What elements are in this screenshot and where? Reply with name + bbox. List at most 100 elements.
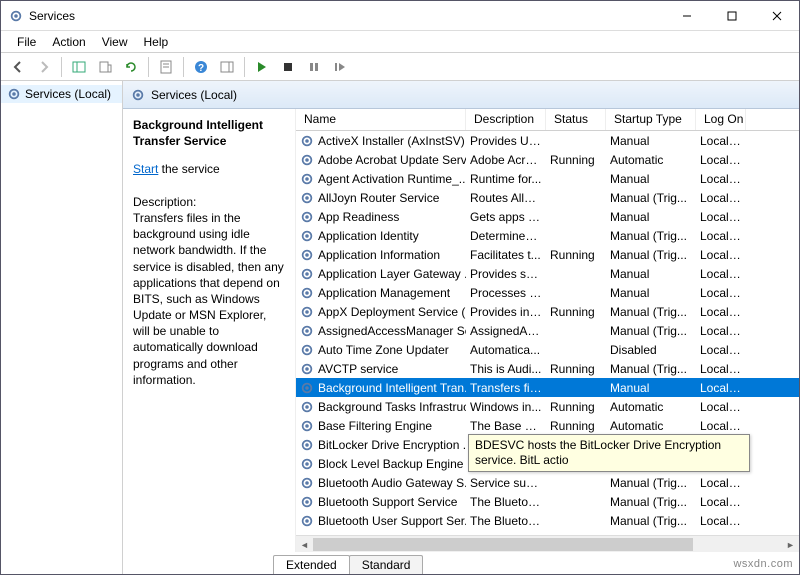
col-name[interactable]: Name <box>296 109 466 130</box>
export-button[interactable] <box>93 55 117 79</box>
cell-name: AppX Deployment Service (... <box>296 305 466 319</box>
service-icon <box>300 153 314 167</box>
cell-name: BitLocker Drive Encryption ... <box>296 438 466 452</box>
cell-description: Automatica... <box>466 343 546 357</box>
action-pane-button[interactable] <box>215 55 239 79</box>
service-row[interactable]: Bluetooth User Support Ser...The Bluetoo… <box>296 511 799 530</box>
cell-name: Agent Activation Runtime_... <box>296 172 466 186</box>
maximize-button[interactable] <box>709 1 754 31</box>
service-row[interactable]: Application Layer Gateway ...Provides su… <box>296 264 799 283</box>
close-button[interactable] <box>754 1 799 31</box>
cell-description: Provides su... <box>466 267 546 281</box>
cell-name: Application Layer Gateway ... <box>296 267 466 281</box>
scroll-left-arrow[interactable]: ◄ <box>296 536 313 553</box>
menu-file[interactable]: File <box>9 33 44 51</box>
menu-view[interactable]: View <box>94 33 136 51</box>
service-row[interactable]: Background Tasks Infrastruc...Windows in… <box>296 397 799 416</box>
cell-status: Running <box>546 248 606 262</box>
service-row[interactable]: AppX Deployment Service (...Provides inf… <box>296 302 799 321</box>
cell-status: Running <box>546 362 606 376</box>
tree-item-label: Services (Local) <box>25 87 111 101</box>
service-row[interactable]: Application IdentityDetermines ...Manual… <box>296 226 799 245</box>
service-row[interactable]: AVCTP serviceThis is Audi...RunningManua… <box>296 359 799 378</box>
back-button[interactable] <box>6 55 30 79</box>
service-icon <box>300 343 314 357</box>
horizontal-scrollbar[interactable]: ◄ ► <box>296 535 799 552</box>
pane-title: Services (Local) <box>151 88 237 102</box>
tree-item-services-local[interactable]: Services (Local) <box>1 85 122 103</box>
cell-logon: Local Se <box>696 495 746 509</box>
service-row[interactable]: Background Intelligent Tran...Transfers … <box>296 378 799 397</box>
service-row[interactable]: Bluetooth Audio Gateway S...Service sup.… <box>296 473 799 492</box>
restart-service-button[interactable] <box>328 55 352 79</box>
description-text: Transfers files in the background using … <box>133 210 285 388</box>
cell-name: App Readiness <box>296 210 466 224</box>
cell-startup: Manual (Trig... <box>606 324 696 338</box>
cell-startup: Automatic <box>606 400 696 414</box>
start-service-button[interactable] <box>250 55 274 79</box>
cell-logon: Local Sy <box>696 134 746 148</box>
forward-button[interactable] <box>32 55 56 79</box>
cell-description: Adobe Acro... <box>466 153 546 167</box>
tab-extended[interactable]: Extended <box>273 555 350 574</box>
cell-logon: Local Se <box>696 343 746 357</box>
cell-description: Runtime for... <box>466 172 546 186</box>
col-startup[interactable]: Startup Type <box>606 109 696 130</box>
service-row[interactable]: Adobe Acrobat Update Serv...Adobe Acro..… <box>296 150 799 169</box>
cell-name: Bluetooth User Support Ser... <box>296 514 466 528</box>
pane-header: Services (Local) <box>123 81 799 109</box>
services-window: Services File Action View Help ? <box>0 0 800 575</box>
service-row[interactable]: AssignedAccessManager Se...AssignedAc...… <box>296 321 799 340</box>
cell-startup: Manual (Trig... <box>606 495 696 509</box>
tab-standard[interactable]: Standard <box>349 555 424 574</box>
service-row[interactable]: Application InformationFacilitates t...R… <box>296 245 799 264</box>
selected-service-title: Background Intelligent Transfer Service <box>133 117 285 149</box>
service-row[interactable]: Agent Activation Runtime_...Runtime for.… <box>296 169 799 188</box>
service-row[interactable]: ActiveX Installer (AxInstSV)Provides Us.… <box>296 131 799 150</box>
col-logon[interactable]: Log On As <box>696 109 746 130</box>
pause-service-button[interactable] <box>302 55 326 79</box>
cell-description: This is Audi... <box>466 362 546 376</box>
stop-service-button[interactable] <box>276 55 300 79</box>
scroll-right-arrow[interactable]: ► <box>782 536 799 553</box>
help-button[interactable]: ? <box>189 55 213 79</box>
menu-action[interactable]: Action <box>44 33 93 51</box>
cell-description: Provides inf... <box>466 305 546 319</box>
start-service-link[interactable]: Start <box>133 162 158 176</box>
scroll-thumb[interactable] <box>313 538 693 551</box>
menu-help[interactable]: Help <box>136 33 177 51</box>
service-row[interactable]: Bluetooth Support ServiceThe Bluetoo...M… <box>296 492 799 511</box>
start-suffix: the service <box>158 162 219 176</box>
view-tabs: Extended Standard <box>123 552 799 574</box>
cell-logon: Local Sy <box>696 400 746 414</box>
cell-status: Running <box>546 400 606 414</box>
cell-description: The Bluetoo... <box>466 514 546 528</box>
service-icon <box>300 248 314 262</box>
minimize-button[interactable] <box>664 1 709 31</box>
properties-button[interactable] <box>154 55 178 79</box>
col-status[interactable]: Status <box>546 109 606 130</box>
cell-description: Windows in... <box>466 400 546 414</box>
cell-description: AssignedAc... <box>466 324 546 338</box>
service-row[interactable]: AllJoyn Router ServiceRoutes AllJo...Man… <box>296 188 799 207</box>
service-icon <box>300 362 314 376</box>
service-row[interactable]: App ReadinessGets apps re...ManualLocal … <box>296 207 799 226</box>
col-description[interactable]: Description <box>466 109 546 130</box>
refresh-button[interactable] <box>119 55 143 79</box>
cell-startup: Manual (Trig... <box>606 229 696 243</box>
cell-name: Block Level Backup Engine ... <box>296 457 466 471</box>
cell-startup: Manual (Trig... <box>606 191 696 205</box>
service-icon <box>300 400 314 414</box>
cell-description: Transfers fil... <box>466 381 546 395</box>
cell-name: AVCTP service <box>296 362 466 376</box>
services-icon <box>7 87 21 101</box>
service-row[interactable]: Auto Time Zone UpdaterAutomatica...Disab… <box>296 340 799 359</box>
cell-logon: Local Se <box>696 191 746 205</box>
cell-logon: Local Sy <box>696 514 746 528</box>
show-hide-tree-button[interactable] <box>67 55 91 79</box>
column-headers: Name Description Status Startup Type Log… <box>296 109 799 131</box>
cell-name: AssignedAccessManager Se... <box>296 324 466 338</box>
service-row[interactable]: Base Filtering EngineThe Base Fil...Runn… <box>296 416 799 435</box>
service-row[interactable]: Application ManagementProcesses in...Man… <box>296 283 799 302</box>
cell-name: Base Filtering Engine <box>296 419 466 433</box>
